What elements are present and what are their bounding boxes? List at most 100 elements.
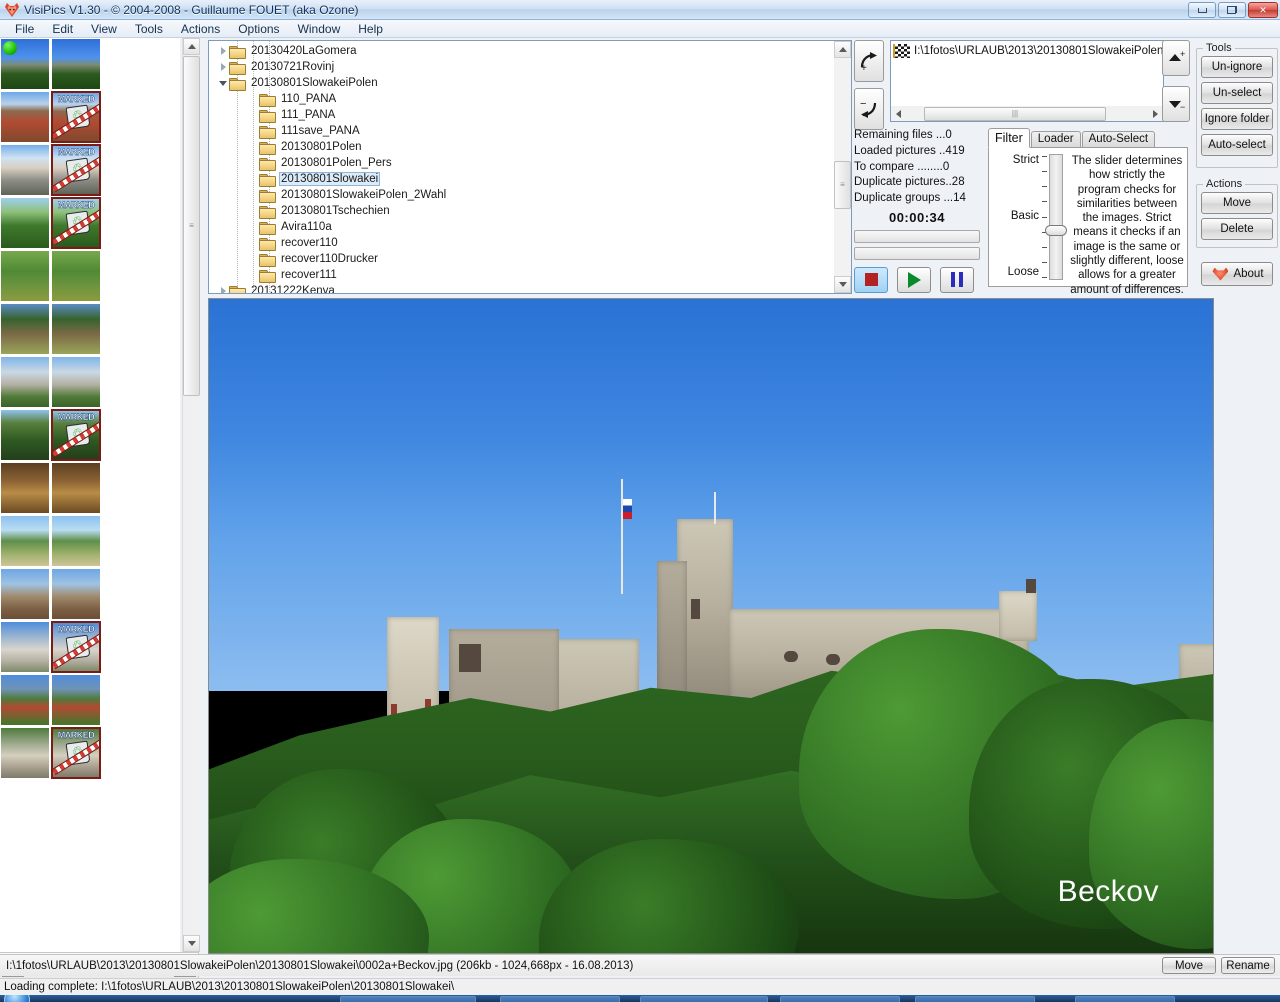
duplicate-group-row[interactable] [0,356,102,409]
tree-item[interactable]: 110_PANA [209,91,835,107]
play-button[interactable] [897,266,931,293]
thumbnail[interactable] [0,568,50,620]
selected-folders-list[interactable]: I:\1fotos\URLAUB\2013\20130801SlowakeiPo… [890,40,1164,122]
menu-item-file[interactable]: File [6,21,43,37]
tree-item[interactable]: recover111 [209,267,835,283]
tree-item[interactable]: recover110Drucker [209,251,835,267]
tree-expand-collapsed-icon[interactable] [217,63,229,71]
thumbnail[interactable] [0,38,50,90]
thumbnail-marked[interactable]: MARKED [51,197,101,249]
menu-item-edit[interactable]: Edit [43,21,82,37]
duplicate-group-row[interactable]: MARKED [0,197,102,250]
file-rename-button[interactable]: Rename [1221,957,1275,974]
tree-item[interactable]: 20130801SlowakeiPolen [209,75,835,91]
auto-select-button[interactable]: Auto-select [1201,134,1273,156]
folder-list-hscrollbar[interactable]: ||| [891,106,1163,121]
duplicate-group-row[interactable]: MARKED [0,91,102,144]
thumbnail-marked[interactable]: MARKED [51,727,101,779]
tree-scroll-up-button[interactable] [834,41,851,58]
thumbnail[interactable] [51,303,101,355]
thumbnail-marked[interactable]: MARKED [51,91,101,143]
thumbnail[interactable] [0,515,50,567]
thumbnail[interactable] [0,727,50,779]
thumbnail[interactable] [51,250,101,302]
file-move-button[interactable]: Move [1162,957,1216,974]
tree-expand-collapsed-icon[interactable] [217,47,229,55]
image-preview-viewer[interactable]: Beckov [208,298,1214,954]
duplicate-thumbnail-strip[interactable]: MARKED MARKED MARKED MARKED MARKED MARKED [0,38,180,952]
folder-tree-list[interactable]: 20130420LaGomera 20130721Rovinj 20130801Sl… [209,41,835,293]
tree-expand-expanded-icon[interactable] [217,80,229,86]
hscroll-right-button[interactable] [1148,107,1163,121]
duplicate-group-row[interactable] [0,568,102,621]
menu-item-view[interactable]: View [82,21,126,37]
taskbar-item[interactable] [640,996,768,1002]
strictness-slider-knob[interactable] [1045,225,1067,236]
hscroll-left-button[interactable] [891,107,906,121]
duplicate-group-row[interactable]: MARKED [0,144,102,197]
tree-item[interactable]: 20130801Slowakei [209,171,835,187]
tab-loader[interactable]: Loader [1030,131,1081,148]
taskbar-item[interactable] [915,996,1035,1002]
taskbar-item[interactable] [780,996,900,1002]
thumbnail[interactable] [51,674,101,726]
tab-filter[interactable]: Filter [988,128,1030,148]
duplicate-group-row[interactable] [0,674,102,727]
menu-item-tools[interactable]: Tools [126,21,172,37]
restore-button[interactable] [1218,2,1246,18]
thumbnail[interactable] [0,197,50,249]
thumbnail[interactable] [51,568,101,620]
tree-item[interactable]: 20130801Polen [209,139,835,155]
taskbar-item[interactable] [1075,996,1175,1002]
taskbar-item[interactable] [500,996,620,1002]
tree-item[interactable]: 20130801Tschechien [209,203,835,219]
taskbar-item[interactable] [340,996,476,1002]
thumbnail[interactable] [51,356,101,408]
tree-item[interactable]: recover110 [209,235,835,251]
tree-expand-collapsed-icon[interactable] [217,287,229,293]
thumbnail[interactable] [0,462,50,514]
move-folder-down-button[interactable]: − [1162,86,1190,122]
thumbnail-scrollbar[interactable]: ≡ [182,38,200,952]
thumbnail[interactable] [51,515,101,567]
thumbnail[interactable] [0,674,50,726]
duplicate-group-row[interactable]: MARKED [0,621,102,674]
duplicate-group-row[interactable]: MARKED [0,409,102,462]
thumbnail[interactable] [0,409,50,461]
duplicate-group-row[interactable] [0,38,102,91]
thumbnail-scroll-thumb[interactable]: ≡ [183,56,200,396]
duplicate-group-row[interactable]: MARKED [0,727,102,780]
ignore-folder-button[interactable]: Ignore folder [1201,108,1273,130]
folder-list-item[interactable]: I:\1fotos\URLAUB\2013\20130801SlowakeiPo… [891,41,1163,59]
thumbnail-marked[interactable]: MARKED [51,409,101,461]
tree-item[interactable]: 20130721Rovinj [209,59,835,75]
minimize-button[interactable] [1188,2,1216,18]
tree-item[interactable]: 20130801Polen_Pers [209,155,835,171]
menu-item-window[interactable]: Window [289,21,350,37]
thumbnail[interactable] [0,144,50,196]
tree-scroll-thumb[interactable]: ≡ [834,161,851,209]
tree-scroll-down-button[interactable] [834,276,851,293]
thumbnail[interactable] [51,462,101,514]
thumbnail[interactable] [0,356,50,408]
thumbnail[interactable] [0,621,50,673]
duplicate-group-row[interactable] [0,462,102,515]
about-button[interactable]: About [1201,262,1273,286]
thumbnail-marked[interactable]: MARKED [51,144,101,196]
thumbnail[interactable] [0,250,50,302]
delete-action-button[interactable]: Delete [1201,218,1273,240]
thumbnail[interactable] [0,91,50,143]
start-button-icon[interactable] [4,995,30,1002]
remove-folder-button[interactable]: − [854,88,884,130]
menu-item-actions[interactable]: Actions [172,21,229,37]
tree-item[interactable]: 111save_PANA [209,123,835,139]
thumbnail-marked[interactable]: MARKED [51,621,101,673]
menu-item-options[interactable]: Options [229,21,288,37]
close-button[interactable]: ✕ [1248,2,1278,18]
add-folder-button[interactable]: + [854,40,884,82]
tab-auto-select[interactable]: Auto-Select [1081,131,1156,148]
windows-taskbar[interactable] [0,995,1280,1002]
hscroll-thumb[interactable]: ||| [924,106,1106,121]
hscroll-track[interactable]: ||| [906,106,1148,121]
menu-item-help[interactable]: Help [349,21,392,37]
